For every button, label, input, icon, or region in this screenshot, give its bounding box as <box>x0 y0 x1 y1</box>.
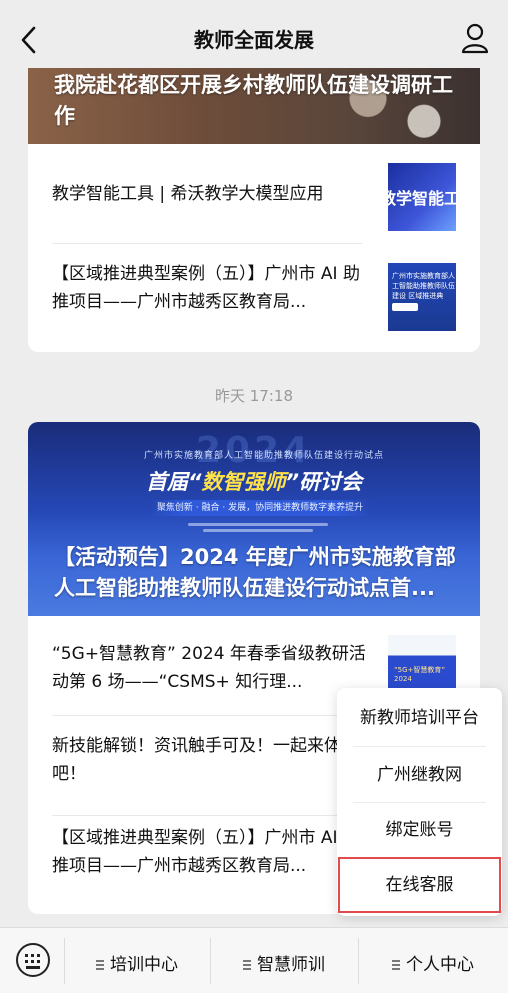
banner-title: 【活动预告】2024 年度广州市实施教育部人工智能助推教师队伍建设行动试点首..… <box>54 545 456 600</box>
banner-headline: 首届“数智强师”研讨会 <box>145 470 363 494</box>
list-item-title: 【区域推进典型案例（五）】广州市 AI 助推项目——广州市越秀区教育局... <box>52 828 360 876</box>
list-item-title: “5G+智慧教育” 2024 年春季省级教研活动第 6 场——“CSMS+ 知行… <box>52 644 366 692</box>
menu-item-new-teacher-platform[interactable]: 新教师培训平台 <box>337 690 502 746</box>
banner-header-text: 广州市实施教育部人工智能助推教师队伍建设行动试点 <box>143 451 384 461</box>
list-item-title: 新技能解锁！资讯触手可及！一起来体验吧！ <box>52 736 358 784</box>
tab-smart-training[interactable]: 智慧师训 <box>210 950 358 975</box>
list-item[interactable]: 【区域推进典型案例（五）】广州市 AI 助推项目——广州市越秀区教育局... 广… <box>52 244 456 344</box>
article-banner[interactable]: 2024 广州市实施教育部人工智能助推教师队伍建设行动试点 首届“数智强师”研讨… <box>28 422 480 616</box>
tab-training-center[interactable]: 培训中心 <box>64 950 210 975</box>
menu-item-guangzhou-cpe[interactable]: 广州继教网 <box>337 747 502 803</box>
list-item-thumbnail: 教学智能工 <box>388 163 456 231</box>
tab-personal-center[interactable]: 个人中心 <box>358 950 508 975</box>
article-card-1: 我院赴花都区开展乡村教师队伍建设调研工作 教学智能工具 | 希沃教学大模型应用 … <box>28 68 480 352</box>
user-icon[interactable] <box>460 22 490 54</box>
menu-item-bind-account[interactable]: 绑定账号 <box>337 802 502 858</box>
article-banner[interactable]: 我院赴花都区开展乡村教师队伍建设调研工作 <box>28 68 480 144</box>
timestamp-separator: 昨天 17:18 <box>215 387 293 405</box>
banner-title: 我院赴花都区开展乡村教师队伍建设调研工作 <box>54 73 453 128</box>
list-item[interactable]: 教学智能工具 | 希沃教学大模型应用 教学智能工 <box>52 144 456 244</box>
submenu-popup: 新教师培训平台 广州继教网 绑定账号 在线客服 <box>337 688 502 916</box>
top-nav-bar: 教师全面发展 <box>0 0 508 78</box>
banner-decoration <box>178 520 338 544</box>
bottom-menu-bar: 培训中心 智慧师训 个人中心 <box>0 927 508 993</box>
list-item-title: 【区域推进典型案例（五）】广州市 AI 助推项目——广州市越秀区教育局... <box>52 264 360 312</box>
list-item-title: 教学智能工具 | 希沃教学大模型应用 <box>52 184 324 204</box>
menu-icon <box>243 960 251 970</box>
keyboard-icon[interactable] <box>16 943 50 977</box>
list-item-thumbnail: 广州市实施教育部人工智能助推教师队伍建设 区域推进典 <box>388 263 456 331</box>
page-title: 教师全面发展 <box>194 28 314 52</box>
menu-item-online-support[interactable]: 在线客服 <box>338 857 501 913</box>
menu-icon <box>96 960 104 970</box>
menu-icon <box>392 960 400 970</box>
banner-ribbon: 聚焦创新 · 融合 · 发展，协同推进教师数字素养提升 <box>150 500 370 516</box>
